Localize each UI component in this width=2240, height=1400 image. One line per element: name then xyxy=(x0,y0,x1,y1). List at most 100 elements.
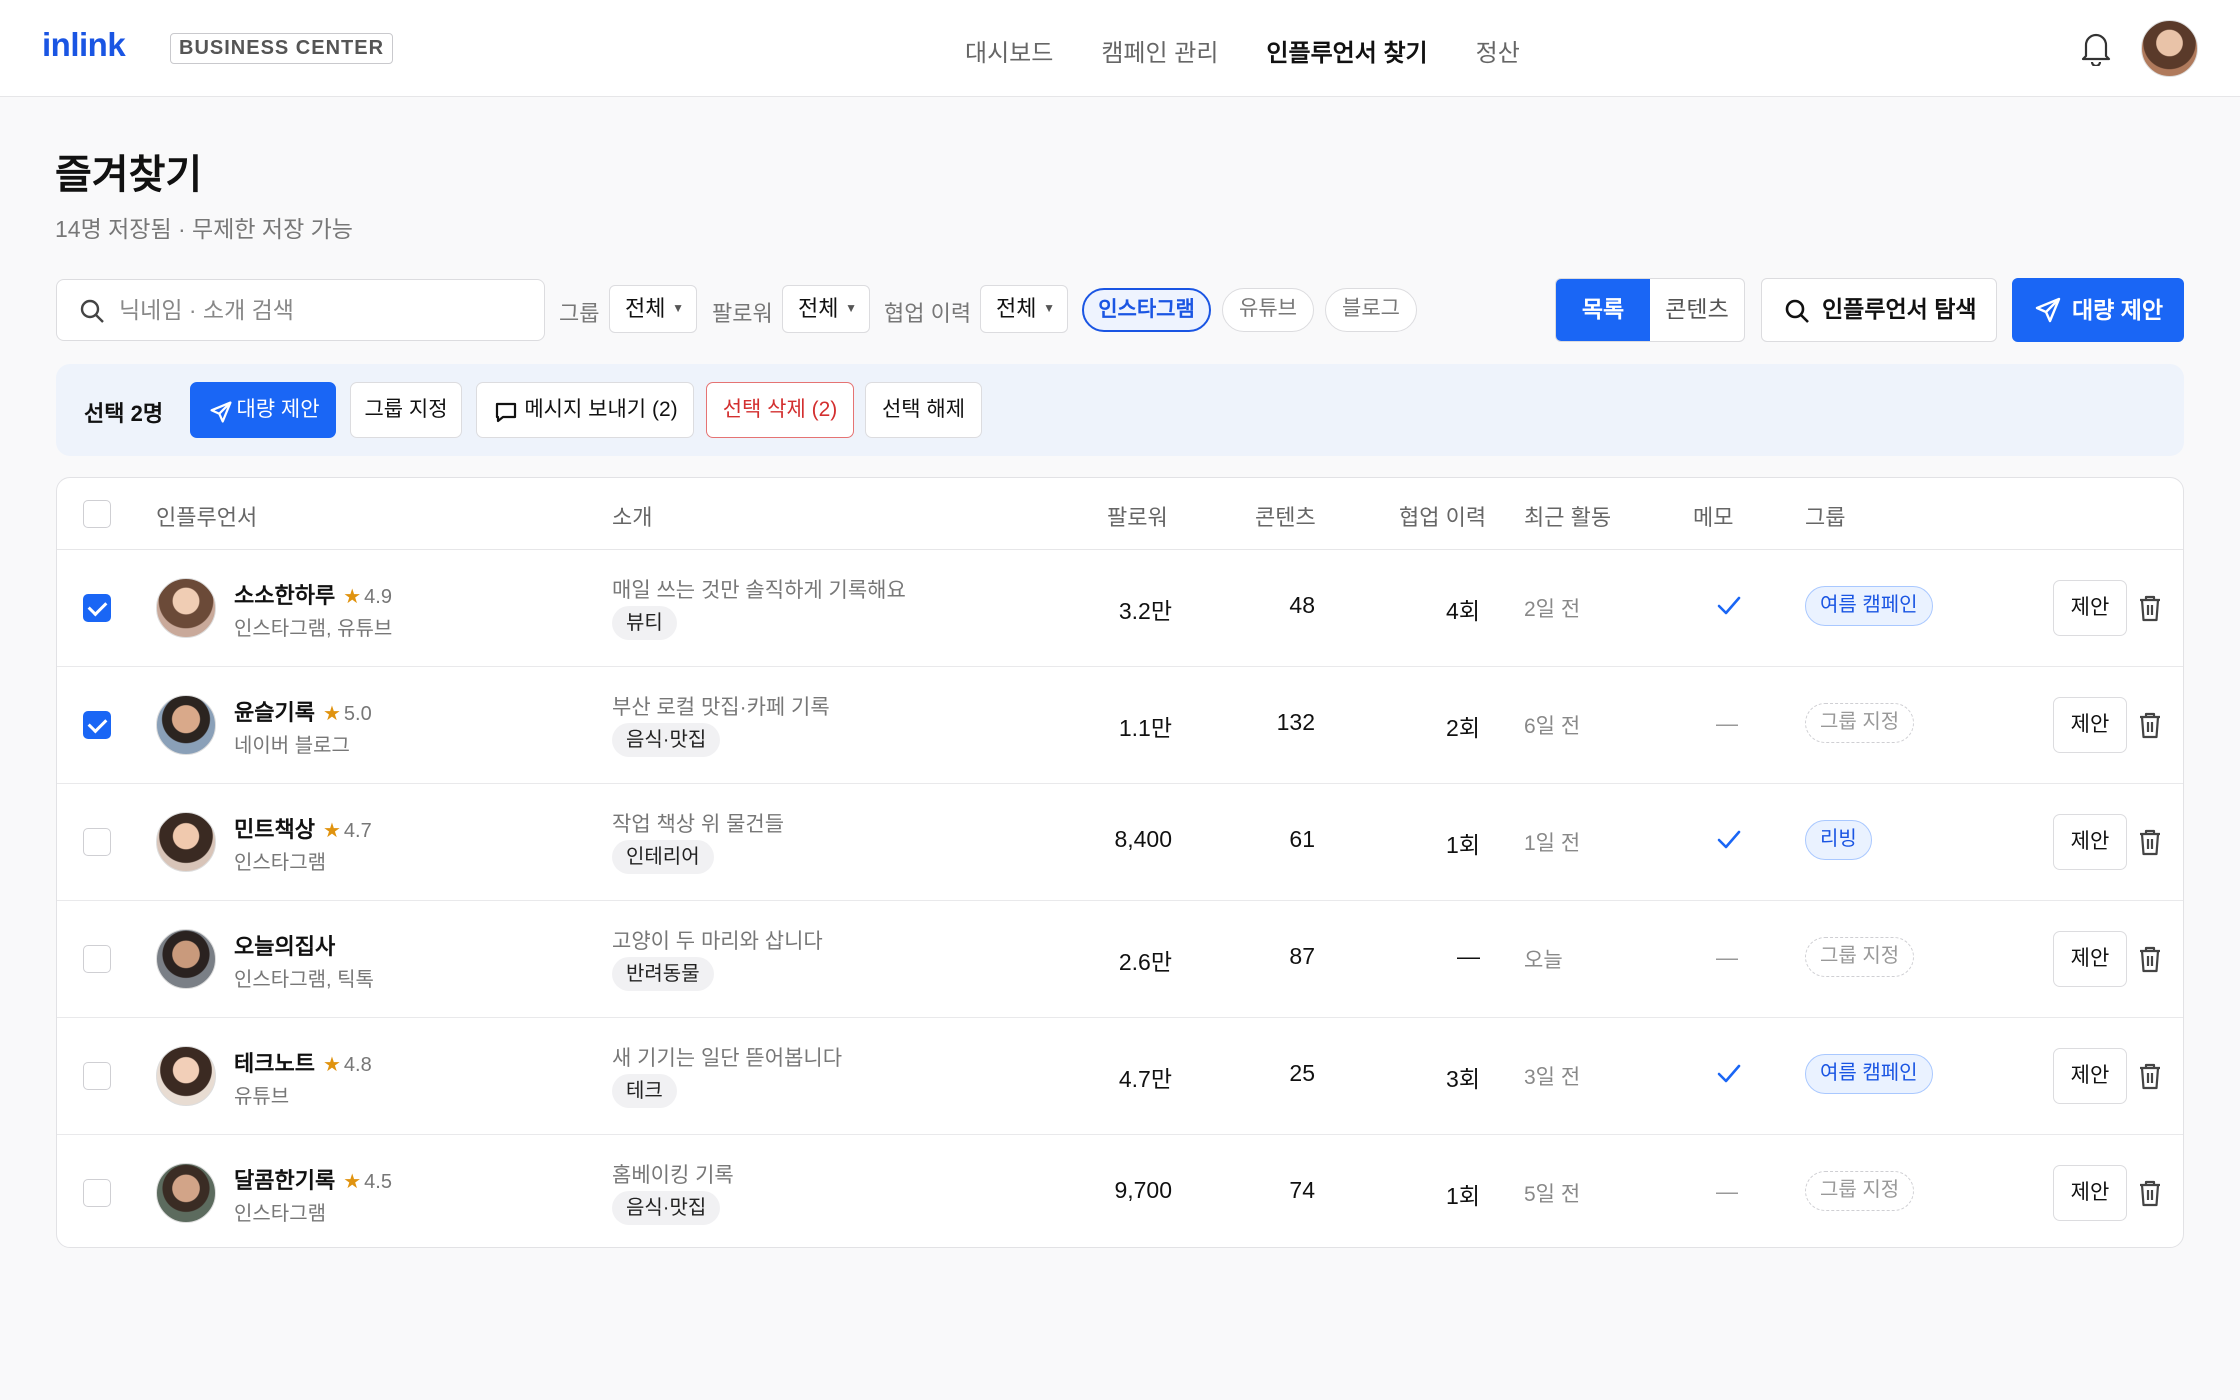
influencer-name[interactable]: 테크노트 xyxy=(234,1051,315,1076)
collab-count: 1회 xyxy=(1446,1183,1480,1209)
propose-button[interactable]: 제안 xyxy=(2053,1048,2127,1104)
check-icon[interactable] xyxy=(1716,1062,1742,1086)
row-checkbox[interactable] xyxy=(83,1179,111,1207)
bell-icon[interactable] xyxy=(2080,30,2112,66)
check-icon[interactable] xyxy=(1716,594,1742,618)
header-contents[interactable]: 콘텐츠 xyxy=(1255,500,1316,532)
group-tag[interactable]: 여름 캠페인 xyxy=(1805,1054,1933,1094)
row-checkbox[interactable] xyxy=(83,711,111,739)
influencer-avatar[interactable] xyxy=(156,812,216,872)
view-content-button[interactable]: 콘텐츠 xyxy=(1650,279,1744,341)
influencer-intro: 매일 쓰는 것만 솔직하게 기록해요 xyxy=(612,579,906,602)
influencer-name[interactable]: 오늘의집사 xyxy=(234,934,335,959)
send-message-label: 메시지 보내기 (2) xyxy=(524,398,678,421)
send-icon xyxy=(210,401,232,423)
clear-selection-button[interactable]: 선택 해제 xyxy=(865,382,982,438)
table-header: 인플루언서 소개 팔로워 콘텐츠 협업 이력 최근 활동 메모 그룹 xyxy=(57,478,2183,550)
category-tag: 음식·맛집 xyxy=(612,1191,721,1225)
follower-filter-value: 전체 xyxy=(798,296,839,321)
influencer-avatar[interactable] xyxy=(156,695,216,755)
caret-down-icon: ▼ xyxy=(672,301,684,315)
memo-empty[interactable]: — xyxy=(1716,711,1738,737)
row-checkbox[interactable] xyxy=(83,1062,111,1090)
explore-influencers-button[interactable]: 인플루언서 탐색 xyxy=(1761,278,1997,342)
trash-icon[interactable] xyxy=(2138,1179,2162,1207)
group-tag[interactable]: 여름 캠페인 xyxy=(1805,586,1933,626)
trash-icon[interactable] xyxy=(2138,828,2162,856)
influencer-avatar[interactable] xyxy=(156,1163,216,1223)
check-icon[interactable] xyxy=(1716,828,1742,852)
influencer-name[interactable]: 달콤한기록 xyxy=(234,1168,335,1193)
chip-instagram[interactable]: 인스타그램 xyxy=(1082,288,1211,332)
logo[interactable]: inlink xyxy=(42,26,126,64)
table-row: 오늘의집사 인스타그램, 틱톡 고양이 두 마리와 삽니다 반려동물 2.6만 … xyxy=(57,901,2183,1018)
nav-dashboard[interactable]: 대시보드 xyxy=(965,33,1053,68)
group-tag[interactable]: 그룹 지정 xyxy=(1805,703,1915,743)
group-filter-select[interactable]: 전체 ▼ xyxy=(609,285,697,333)
group-tag[interactable]: 그룹 지정 xyxy=(1805,937,1915,977)
nav-find-influencers[interactable]: 인플루언서 찾기 xyxy=(1266,33,1427,68)
nav-settlement[interactable]: 정산 xyxy=(1476,33,1520,68)
star-icon: ★ xyxy=(343,1171,362,1193)
trash-icon[interactable] xyxy=(2138,1062,2162,1090)
send-message-button[interactable]: 메시지 보내기 (2) xyxy=(476,382,694,438)
influencer-name-line: 달콤한기록 ★ 4.5 xyxy=(234,1163,392,1195)
influencer-intro: 새 기기는 일단 뜯어봅니다 xyxy=(612,1047,843,1070)
assign-group-button[interactable]: 그룹 지정 xyxy=(350,382,462,438)
nav-campaign-management[interactable]: 캠페인 관리 xyxy=(1101,33,1218,68)
table-row: 달콤한기록 ★ 4.5 인스타그램 홈베이킹 기록 음식·맛집 9,700 74 1… xyxy=(57,1135,2183,1247)
trash-icon[interactable] xyxy=(2138,594,2162,622)
header-collab[interactable]: 협업 이력 xyxy=(1399,500,1486,532)
memo-empty[interactable]: — xyxy=(1716,1179,1738,1205)
bulk-propose-button[interactable]: 대량 제안 xyxy=(2012,278,2184,342)
search-input[interactable] xyxy=(119,290,529,330)
influencer-platforms: 네이버 블로그 xyxy=(234,735,350,757)
view-list-button[interactable]: 목록 xyxy=(1556,279,1650,341)
follower-filter-label: 팔로워 xyxy=(712,301,773,326)
select-all-checkbox[interactable] xyxy=(83,500,111,528)
propose-button[interactable]: 제안 xyxy=(2053,814,2127,870)
collab-filter-select[interactable]: 전체 ▼ xyxy=(980,285,1068,333)
follower-filter-select[interactable]: 전체 ▼ xyxy=(782,285,870,333)
influencer-name[interactable]: 민트책상 xyxy=(234,817,315,842)
influencer-name[interactable]: 소소한하루 xyxy=(234,583,335,608)
selection-bar: 선택 2명 대량 제안 그룹 지정 메시지 보내기 (2) 선택 삭제 (2) … xyxy=(56,364,2184,456)
chip-blog[interactable]: 블로그 xyxy=(1325,288,1417,332)
influencer-rating: ★ 4.9 xyxy=(343,586,392,608)
influencer-intro: 홈베이킹 기록 xyxy=(612,1164,734,1187)
influencer-avatar[interactable] xyxy=(156,578,216,638)
row-checkbox[interactable] xyxy=(83,945,111,973)
chip-youtube[interactable]: 유튜브 xyxy=(1222,288,1314,332)
memo-empty[interactable]: — xyxy=(1716,945,1738,971)
influencer-avatar[interactable] xyxy=(156,1046,216,1106)
main-nav: 대시보드 캠페인 관리 인플루언서 찾기 정산 xyxy=(965,33,1520,68)
caret-down-icon: ▼ xyxy=(845,301,857,315)
collab-count: 4회 xyxy=(1446,598,1480,624)
propose-button[interactable]: 제안 xyxy=(2053,931,2127,987)
trash-icon[interactable] xyxy=(2138,711,2162,739)
content-count: 74 xyxy=(1289,1177,1315,1203)
influencer-platforms: 유튜브 xyxy=(234,1086,290,1108)
delete-selected-button[interactable]: 선택 삭제 (2) xyxy=(706,382,854,438)
influencer-avatar[interactable] xyxy=(156,929,216,989)
propose-button[interactable]: 제안 xyxy=(2053,697,2127,753)
collab-filter-value: 전체 xyxy=(996,296,1037,321)
user-avatar[interactable] xyxy=(2141,20,2198,77)
propose-button[interactable]: 제안 xyxy=(2053,580,2127,636)
trash-icon[interactable] xyxy=(2138,945,2162,973)
header-recent[interactable]: 최근 활동 xyxy=(1524,500,1611,532)
recent-activity: 1일 전 xyxy=(1524,832,1581,855)
group-tag[interactable]: 그룹 지정 xyxy=(1805,1171,1915,1211)
header-followers[interactable]: 팔로워 xyxy=(1107,500,1168,532)
row-checkbox[interactable] xyxy=(83,828,111,856)
group-tag[interactable]: 리빙 xyxy=(1805,820,1872,860)
influencer-intro: 작업 책상 위 물건들 xyxy=(612,813,785,836)
influencer-name[interactable]: 윤슬기록 xyxy=(234,700,315,725)
recent-activity: 3일 전 xyxy=(1524,1066,1581,1089)
recent-activity: 2일 전 xyxy=(1524,598,1581,621)
follower-count: 9,700 xyxy=(1114,1177,1172,1203)
table-row: 소소한하루 ★ 4.9 인스타그램, 유튜브 매일 쓰는 것만 솔직하게 기록해요 … xyxy=(57,550,2183,667)
propose-button[interactable]: 제안 xyxy=(2053,1165,2127,1221)
selection-bulk-propose-button[interactable]: 대량 제안 xyxy=(190,382,336,438)
row-checkbox[interactable] xyxy=(83,594,111,622)
